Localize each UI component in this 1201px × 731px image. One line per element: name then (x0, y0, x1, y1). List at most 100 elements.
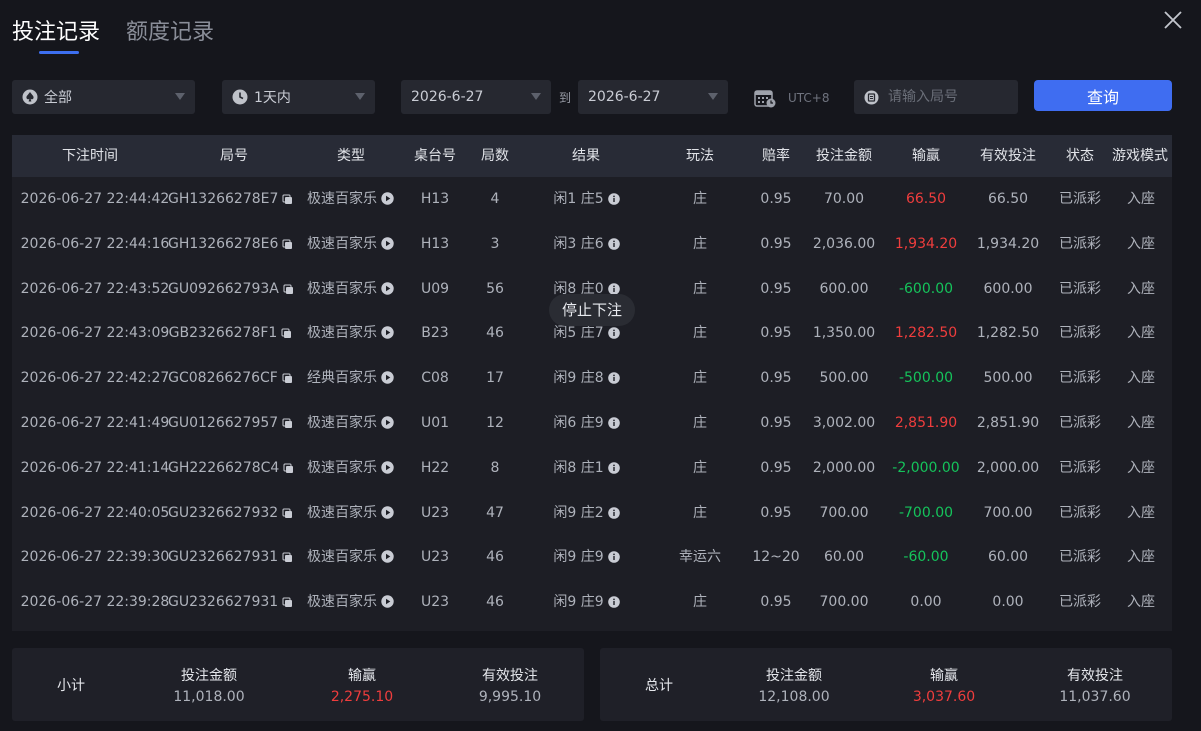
category-value: 全部 (44, 90, 72, 106)
copy-icon[interactable] (282, 582, 293, 627)
play-circle-icon[interactable] (381, 493, 394, 538)
cell-effective-bet-text: 1,934.20 (976, 235, 1040, 252)
query-button[interactable]: 查询 (1034, 80, 1172, 111)
cell-table-no-text: U23 (420, 594, 450, 611)
cell-table-no-text: B23 (421, 325, 449, 342)
cell-round-id: GU2326627932 (168, 491, 293, 536)
cell-bet-amount-text: 2,036.00 (812, 235, 876, 252)
cell-game-mode-text: 入座 (1127, 415, 1155, 431)
chevron-down-icon (531, 93, 541, 100)
cell-play: 庄 (665, 222, 735, 267)
cell-win-loss: 66.50 (881, 177, 971, 222)
cell-game-no: 3 (465, 222, 525, 267)
cell-effective-bet: 1,282.50 (966, 311, 1050, 356)
time-range-select[interactable]: 1天内 (222, 80, 375, 114)
cell-status: 已派彩 (1050, 535, 1110, 580)
copy-icon[interactable] (282, 493, 293, 538)
filter-bar: 全部 1天内 2026-6-27 到 2026-6-27 UTC+8 查询 (12, 80, 1172, 114)
cell-result-text: 闲9 庄8 (553, 370, 604, 387)
cell-odds-text: 0.95 (760, 235, 792, 252)
info-icon[interactable] (607, 403, 620, 448)
copy-icon[interactable] (282, 403, 293, 448)
cell-bet-amount-text: 700.00 (819, 594, 869, 611)
copy-icon[interactable] (282, 537, 293, 582)
play-circle-icon[interactable] (381, 358, 394, 403)
cell-odds: 12~20 (746, 535, 806, 580)
total-bet: 投注金额 12,108.00 (739, 665, 849, 705)
info-icon[interactable] (607, 224, 620, 269)
cell-bet-amount: 1,350.00 (804, 311, 884, 356)
table-row: 2026-06-27 22:39:28 GU2326627931 极速百家乐 U23 4… (12, 580, 1172, 625)
subtotal-winloss: 输赢 2,275.10 (307, 665, 417, 705)
info-icon[interactable] (607, 493, 620, 538)
cell-effective-bet-text: 66.50 (987, 191, 1029, 207)
cell-table-no: H13 (405, 222, 465, 267)
cell-bet-time: 2026-06-27 22:43:09 (15, 311, 175, 356)
cell-play: 庄 (665, 177, 735, 222)
total-panel: 总计 投注金额 12,108.00 输赢 3,037.60 有效投注 11,03… (600, 648, 1172, 721)
header-game-no: 局数 (481, 148, 509, 164)
category-select[interactable]: 全部 (12, 80, 195, 114)
cell-type-text: 极速百家乐 (307, 280, 377, 297)
cell-round-id-text: GH13266278E7 (168, 191, 279, 207)
copy-icon[interactable] (281, 313, 292, 358)
cell-play: 庄 (665, 311, 735, 356)
info-icon[interactable] (607, 582, 620, 627)
cell-table-no: U23 (405, 580, 465, 625)
info-icon[interactable] (607, 179, 620, 224)
play-circle-icon[interactable] (381, 269, 394, 314)
cell-result: 闲9 庄9 (544, 580, 629, 625)
date-to-select[interactable]: 2026-6-27 (578, 80, 728, 114)
cell-bet-amount: 500.00 (804, 356, 884, 401)
calendar-clock-icon[interactable] (754, 88, 776, 108)
copy-icon[interactable] (282, 358, 293, 403)
cell-bet-time: 2026-06-27 22:40:05 (15, 491, 175, 536)
cell-table-no: U23 (405, 491, 465, 536)
cell-bet-time: 2026-06-27 22:43:52 (15, 267, 175, 312)
cell-type-text: 极速百家乐 (307, 459, 377, 476)
table-row: 2026-06-27 22:40:05 GU2326627932 极速百家乐 U23 4… (12, 491, 1172, 536)
date-from-value: 2026-6-27 (411, 89, 484, 105)
cell-win-loss: -2,000.00 (881, 446, 971, 491)
cell-effective-bet-text: 60.00 (987, 549, 1029, 566)
cell-bet-time: 2026-06-27 22:41:14 (15, 446, 175, 491)
cell-game-no: 46 (465, 580, 525, 625)
cell-game-mode: 入座 (1110, 401, 1172, 446)
play-circle-icon[interactable] (381, 448, 394, 493)
play-circle-icon[interactable] (381, 582, 394, 627)
cell-odds-text: 12~20 (752, 549, 800, 566)
cell-game-mode: 入座 (1110, 267, 1172, 312)
cell-game-no-text: 47 (486, 504, 504, 521)
cell-effective-bet-text: 2,000.00 (976, 459, 1040, 476)
info-icon[interactable] (607, 537, 620, 582)
play-circle-icon[interactable] (381, 179, 394, 224)
copy-icon[interactable] (283, 269, 294, 314)
cell-game-no-text: 46 (486, 325, 504, 342)
copy-icon[interactable] (282, 224, 293, 269)
copy-icon[interactable] (283, 448, 294, 493)
tab-credit-records[interactable]: 额度记录 (126, 18, 214, 54)
cell-win-loss-text: -600.00 (898, 280, 954, 297)
cell-type-text: 极速百家乐 (307, 191, 377, 207)
cell-table-no: B23 (405, 311, 465, 356)
cell-effective-bet: 600.00 (966, 267, 1050, 312)
cell-game-mode: 入座 (1110, 356, 1172, 401)
info-icon[interactable] (607, 448, 620, 493)
cell-effective-bet-text: 600.00 (983, 280, 1033, 297)
close-icon[interactable] (1161, 8, 1185, 32)
cell-bet-time: 2026-06-27 22:44:42 (15, 177, 175, 222)
date-from-select[interactable]: 2026-6-27 (401, 80, 551, 114)
cell-result-text: 闲6 庄9 (553, 415, 604, 431)
total-winloss-label: 输赢 (930, 668, 958, 684)
cell-table-no-text: U23 (420, 504, 450, 521)
play-circle-icon[interactable] (381, 224, 394, 269)
play-circle-icon[interactable] (381, 313, 394, 358)
info-icon[interactable] (607, 358, 620, 403)
cell-table-no-text: U23 (420, 549, 450, 566)
cell-bet-time-text: 2026-06-27 22:41:14 (20, 459, 170, 476)
tab-bet-records[interactable]: 投注记录 (12, 18, 100, 54)
cell-game-mode-text: 入座 (1127, 504, 1155, 521)
play-circle-icon[interactable] (381, 403, 394, 448)
copy-icon[interactable] (282, 179, 293, 224)
play-circle-icon[interactable] (381, 537, 394, 582)
